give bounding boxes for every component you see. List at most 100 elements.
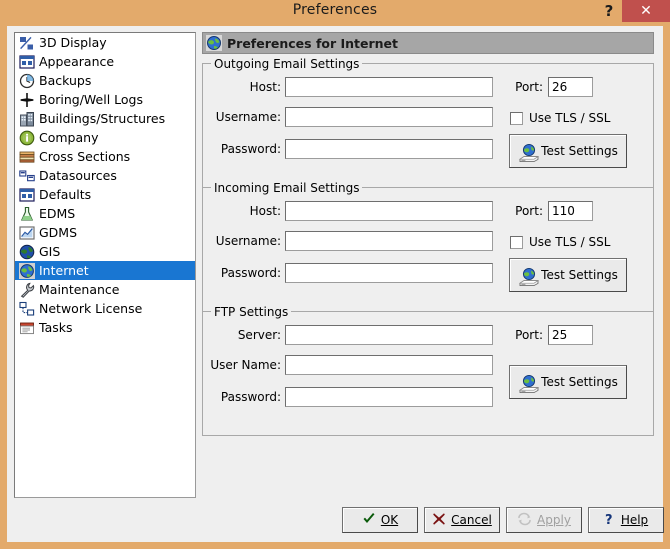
sidebar-item-label: Tasks — [39, 320, 73, 335]
tasks-icon — [19, 320, 35, 336]
ftp-port-input[interactable] — [548, 325, 593, 345]
sidebar-item-company[interactable]: Company — [15, 128, 195, 147]
outgoing-password-input[interactable] — [285, 139, 493, 159]
pane-header: Preferences for Internet — [202, 32, 654, 54]
window-icon — [19, 187, 35, 203]
ftp-username-input[interactable] — [285, 355, 493, 375]
sidebar-item-label: Backups — [39, 73, 92, 88]
incoming-port-label: Port: — [515, 204, 543, 218]
window-icon — [19, 54, 35, 70]
sidebar-item-internet[interactable]: Internet — [15, 261, 195, 280]
sidebar-item-label: Appearance — [39, 54, 115, 69]
sidebar-item-edms[interactable]: EDMS — [15, 204, 195, 223]
incoming-tls-checkbox[interactable] — [510, 235, 523, 249]
incoming-port-input[interactable] — [548, 201, 593, 221]
incoming-username-label: Username: — [215, 234, 281, 248]
sidebar-item-boring-well-logs[interactable]: Boring/Well Logs — [15, 90, 195, 109]
incoming-password-input[interactable] — [285, 263, 493, 283]
sidebar-item-label: Boring/Well Logs — [39, 92, 143, 107]
outgoing-tls-label: Use TLS / SSL — [529, 111, 611, 125]
category-list[interactable]: 3D Display Appearance Backups Boring/Well L… — [14, 32, 196, 498]
outgoing-password-label: Password: — [220, 142, 281, 156]
incoming-email-group-title: Incoming Email Settings — [211, 181, 363, 195]
info-globe-icon — [19, 130, 35, 146]
database-icon — [19, 168, 35, 184]
ok-button[interactable]: OK — [342, 507, 418, 533]
sidebar-item-defaults[interactable]: Defaults — [15, 185, 195, 204]
incoming-tls-label: Use TLS / SSL — [529, 235, 611, 249]
sidebar-item-gis[interactable]: GIS — [15, 242, 195, 261]
outgoing-test-settings-label: Test Settings — [541, 144, 618, 158]
cancel-button[interactable]: Cancel — [424, 507, 500, 533]
sidebar-item-label: GDMS — [39, 225, 78, 240]
sidebar-item-label: 3D Display — [39, 35, 107, 50]
sidebar-item-label: Cross Sections — [39, 149, 131, 164]
globe-modem-icon — [518, 374, 540, 394]
outgoing-username-input[interactable] — [285, 107, 493, 127]
titlebar-help-icon[interactable]: ? — [600, 0, 618, 22]
globe-modem-icon — [518, 267, 540, 287]
cancel-button-label: Cancel — [451, 513, 492, 527]
apply-button[interactable]: Apply — [506, 507, 582, 533]
network-icon — [19, 301, 35, 317]
question-icon: ? — [604, 512, 616, 528]
sidebar-item-3d-display[interactable]: 3D Display — [15, 33, 195, 52]
refresh-icon — [517, 512, 532, 528]
check-icon — [362, 512, 376, 528]
sidebar-item-network-license[interactable]: Network License — [15, 299, 195, 318]
globe-web-icon — [19, 262, 35, 279]
apply-button-label: Apply — [537, 513, 571, 527]
chart-icon — [19, 225, 35, 241]
outgoing-host-input[interactable] — [285, 77, 493, 97]
sidebar-item-gdms[interactable]: GDMS — [15, 223, 195, 242]
ftp-password-input[interactable] — [285, 387, 493, 407]
sidebar-item-buildings-structures[interactable]: Buildings/Structures — [15, 109, 195, 128]
outgoing-port-input[interactable] — [548, 77, 593, 97]
incoming-tls-checkbox-row[interactable]: Use TLS / SSL — [510, 235, 610, 249]
svg-text:?: ? — [605, 513, 613, 526]
sidebar-item-cross-sections[interactable]: Cross Sections — [15, 147, 195, 166]
ftp-password-label: Password: — [220, 390, 281, 404]
sidebar-item-label: Company — [39, 130, 99, 145]
incoming-email-group: Incoming Email Settings Host: Port: User… — [202, 181, 654, 312]
cross-icon — [432, 512, 446, 528]
ftp-settings-group: FTP Settings Server: Port: User Name: Pa… — [202, 305, 654, 436]
sidebar-item-label: Network License — [39, 301, 143, 316]
sidebar-item-appearance[interactable]: Appearance — [15, 52, 195, 71]
sidebar-item-tasks[interactable]: Tasks — [15, 318, 195, 337]
clock-icon — [19, 73, 35, 89]
sidebar-item-backups[interactable]: Backups — [15, 71, 195, 90]
outgoing-test-settings-button[interactable]: Test Settings — [509, 134, 627, 168]
building-icon — [19, 111, 35, 127]
globe-web-icon — [206, 35, 222, 51]
outgoing-tls-checkbox[interactable] — [510, 111, 523, 125]
preferences-window: Preferences ? ✕ 3D Display Appearance Back… — [0, 0, 670, 549]
sidebar-item-label: GIS — [39, 244, 61, 259]
dialog-client-area: 3D Display Appearance Backups Boring/Well L… — [7, 26, 664, 542]
ftp-server-input[interactable] — [285, 325, 493, 345]
sidebar-item-label: EDMS — [39, 206, 76, 221]
outgoing-tls-checkbox-row[interactable]: Use TLS / SSL — [510, 111, 610, 125]
wrench-icon — [19, 282, 35, 298]
sidebar-item-datasources[interactable]: Datasources — [15, 166, 195, 185]
ftp-test-settings-label: Test Settings — [541, 375, 618, 389]
help-button[interactable]: ? Help — [588, 507, 664, 533]
window-title: Preferences — [292, 2, 378, 18]
close-button[interactable]: ✕ — [622, 0, 670, 22]
incoming-test-settings-button[interactable]: Test Settings — [509, 258, 627, 292]
ftp-settings-group-title: FTP Settings — [211, 305, 292, 319]
pane-header-title: Preferences for Internet — [227, 35, 399, 51]
sidebar-item-maintenance[interactable]: Maintenance — [15, 280, 195, 299]
title-bar: Preferences ? ✕ — [0, 0, 670, 24]
ok-button-label: OK — [380, 513, 399, 527]
strata-icon — [19, 149, 35, 165]
ftp-test-settings-button[interactable]: Test Settings — [509, 365, 627, 399]
ftp-port-label: Port: — [515, 328, 543, 342]
help-button-label: Help — [620, 513, 649, 527]
outgoing-email-group: Outgoing Email Settings Host: Port: User… — [202, 57, 654, 188]
incoming-test-settings-label: Test Settings — [541, 268, 618, 282]
incoming-host-label: Host: — [249, 204, 281, 218]
incoming-username-input[interactable] — [285, 231, 493, 251]
incoming-host-input[interactable] — [285, 201, 493, 221]
sidebar-item-label: Internet — [39, 263, 89, 278]
